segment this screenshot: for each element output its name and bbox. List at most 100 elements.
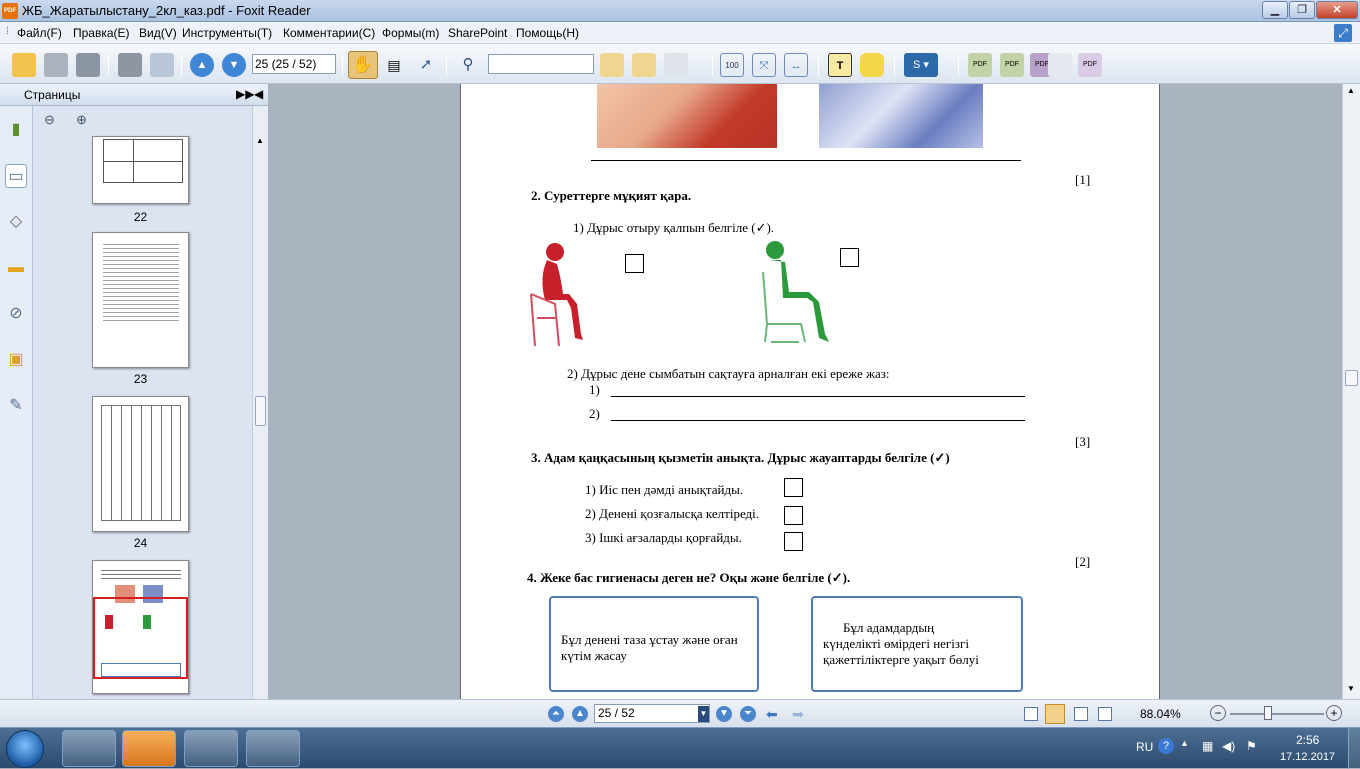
find-next-icon[interactable] <box>632 53 656 77</box>
zoom-slider-track[interactable] <box>1230 713 1324 715</box>
continuous-view-icon[interactable] <box>1045 704 1065 724</box>
actual-size-icon[interactable]: 100 <box>720 53 744 77</box>
minimize-button[interactable]: ▁ <box>1262 1 1288 19</box>
previous-page-icon[interactable]: ▲ <box>572 706 588 722</box>
hand-tool-icon[interactable]: ✋ <box>348 51 378 79</box>
note-comment-icon[interactable] <box>860 53 884 77</box>
answer-line-1[interactable] <box>611 396 1025 397</box>
skeleton-option-checkbox-1[interactable] <box>784 478 803 497</box>
scrollbar-thumb[interactable] <box>255 396 266 426</box>
tray-expand-icon[interactable]: ▴ <box>1182 738 1187 749</box>
email-icon[interactable] <box>150 53 174 77</box>
last-page-icon[interactable]: ⏷ <box>740 706 756 722</box>
taskbar-drive-icon[interactable] <box>62 730 116 767</box>
scroll-up-icon[interactable]: ▲ <box>256 136 264 145</box>
close-button[interactable]: ✕ <box>1316 1 1358 19</box>
zoom-in-thumbnail-icon[interactable]: ⊕ <box>76 112 87 128</box>
typewriter-icon[interactable]: T <box>828 53 852 77</box>
signatures-icon[interactable]: ✎ <box>5 394 27 418</box>
visible-area-indicator[interactable] <box>93 597 188 679</box>
search-input[interactable] <box>488 54 594 74</box>
page-thumbnail-23[interactable] <box>92 232 189 368</box>
pages-icon[interactable]: ▭ <box>5 164 27 188</box>
page-dropdown-icon[interactable]: ▼ <box>698 706 709 722</box>
go-forward-icon[interactable]: ➡ <box>792 706 804 723</box>
menu-forms[interactable]: Формы(m) <box>382 26 439 40</box>
select-text-icon[interactable]: ▤ <box>382 53 406 77</box>
language-indicator[interactable]: RU <box>1136 740 1153 754</box>
page-thumbnail-22[interactable] <box>92 136 189 204</box>
fit-width-icon[interactable]: ↔ <box>784 53 808 77</box>
save-icon[interactable] <box>44 53 68 77</box>
find-previous-icon[interactable] <box>600 53 624 77</box>
page-thumbnail-24[interactable] <box>92 396 189 532</box>
print-icon[interactable] <box>118 53 142 77</box>
go-back-icon[interactable]: ⬅ <box>766 706 778 723</box>
menu-comments[interactable]: Комментарии(C) <box>283 26 375 40</box>
continuous-facing-view-icon[interactable] <box>1098 707 1112 721</box>
menu-help[interactable]: Помощь(H) <box>516 26 579 40</box>
posture-checkbox-2[interactable] <box>840 248 859 267</box>
answer-line-2[interactable] <box>611 420 1025 421</box>
zoom-out-icon[interactable]: − <box>1210 705 1226 721</box>
save-all-icon[interactable] <box>76 53 100 77</box>
comments-icon[interactable]: ▬ <box>5 256 27 280</box>
single-page-view-icon[interactable] <box>1024 707 1038 721</box>
skeleton-option-checkbox-3[interactable] <box>784 532 803 551</box>
maximize-button[interactable]: ❐ <box>1289 1 1315 19</box>
binoculars-icon[interactable]: ⚲ <box>456 53 480 77</box>
zoom-slider-thumb[interactable] <box>1264 706 1272 720</box>
show-desktop-button[interactable] <box>1348 728 1360 769</box>
find-options-icon[interactable] <box>664 53 688 77</box>
fit-page-icon[interactable]: ⤧ <box>752 53 776 77</box>
menu-view[interactable]: Вид(V) <box>139 26 177 40</box>
select-arrow-icon[interactable]: ➚ <box>414 53 438 77</box>
taskbar-foxit-icon[interactable] <box>122 730 176 767</box>
page-navigation-field[interactable]: 25 / 52 <box>594 704 710 723</box>
skeleton-option-checkbox-2[interactable] <box>784 506 803 525</box>
help-icon[interactable]: ? <box>1158 738 1174 754</box>
facing-view-icon[interactable] <box>1074 707 1088 721</box>
next-page-icon[interactable]: ▼ <box>716 706 732 722</box>
document-scrollbar[interactable]: ▲ ▼ <box>1342 84 1360 699</box>
attachments-icon[interactable]: ⊘ <box>5 302 27 326</box>
panel-expand-icon[interactable]: ▶▶ <box>236 87 254 101</box>
zoom-out-thumbnail-icon[interactable]: ⊖ <box>44 112 55 128</box>
menu-edit[interactable]: Правка(E) <box>73 26 130 40</box>
menu-file[interactable]: Файл(F) <box>17 26 62 40</box>
zoom-level[interactable]: 88.04% <box>1140 707 1181 721</box>
start-button-icon[interactable] <box>6 730 44 768</box>
previous-page-icon[interactable]: ▲ <box>190 53 214 77</box>
page-thumbnail-25[interactable] <box>92 560 189 694</box>
pdf-blank-icon[interactable] <box>1048 53 1072 77</box>
flag-icon[interactable]: ⚑ <box>1246 739 1257 753</box>
fullscreen-toggle-icon[interactable]: ⤢ <box>1334 24 1352 42</box>
clock-time[interactable]: 2:56 <box>1296 733 1319 747</box>
pdf-combine-icon[interactable]: PDF <box>1078 53 1102 77</box>
menu-tools[interactable]: Инструменты(T) <box>182 26 272 40</box>
pdf-from-file-icon[interactable]: PDF <box>1000 53 1024 77</box>
thumbnail-label: 23 <box>133 372 148 386</box>
first-page-icon[interactable]: ⏶ <box>548 706 564 722</box>
clock-date[interactable]: 17.12.2017 <box>1280 751 1335 763</box>
menu-sharepoint[interactable]: SharePoint <box>448 26 507 40</box>
posture-checkbox-1[interactable] <box>625 254 644 273</box>
scrollbar-thumb[interactable] <box>1345 370 1358 386</box>
create-pdf-icon[interactable]: PDF <box>968 53 992 77</box>
open-folder-icon[interactable] <box>12 53 36 77</box>
layers-icon[interactable]: ◇ <box>5 210 27 234</box>
sharepoint-icon[interactable]: S ▾ <box>904 53 938 77</box>
taskbar-printer-icon[interactable] <box>246 730 300 767</box>
bookmarks-icon[interactable]: ▮ <box>5 118 27 142</box>
zoom-in-icon[interactable]: + <box>1326 705 1342 721</box>
volume-icon[interactable]: ◀) <box>1222 739 1235 753</box>
next-page-icon[interactable]: ▼ <box>222 53 246 77</box>
network-icon[interactable]: ▦ <box>1202 739 1213 753</box>
page-number-field[interactable]: 25 (25 / 52) <box>252 54 336 74</box>
panel-collapse-icon[interactable]: ◀ <box>254 87 263 101</box>
scroll-down-icon[interactable]: ▼ <box>1347 684 1355 693</box>
scroll-up-icon[interactable]: ▲ <box>1347 86 1355 95</box>
thumbnail-scrollbar[interactable]: ▲ ▼ <box>252 106 268 727</box>
taskbar-word-icon[interactable] <box>184 730 238 767</box>
security-lock-icon[interactable]: ▣ <box>5 348 27 372</box>
